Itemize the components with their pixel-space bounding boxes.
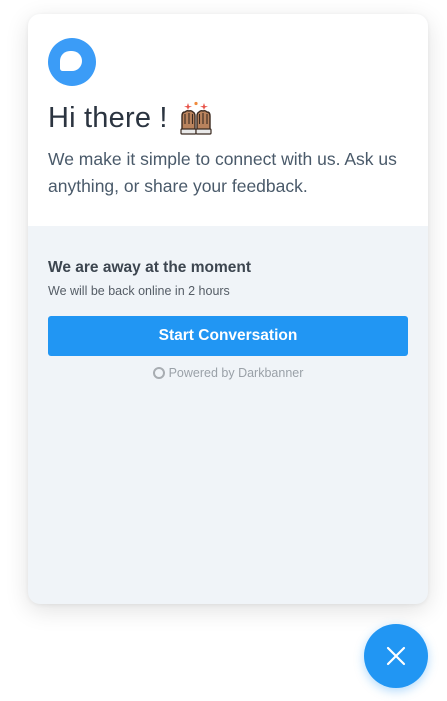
away-status-subtitle: We will be back online in 2 hours	[48, 284, 230, 298]
close-widget-button[interactable]	[364, 624, 428, 688]
away-status-title: We are away at the moment	[48, 259, 252, 276]
start-conversation-button[interactable]: Start Conversation	[48, 316, 408, 356]
raised-hands-emoji	[180, 101, 212, 135]
chat-bubble-icon	[48, 38, 96, 86]
intro-text: We make it simple to connect with us. As…	[48, 149, 397, 196]
close-icon	[386, 646, 406, 666]
chat-widget: Hi there ! We make it simple to connect …	[28, 14, 428, 604]
greeting-heading: Hi there !	[48, 100, 408, 136]
brand-ring-icon	[152, 367, 165, 379]
powered-by[interactable]: Powered by Darkbanner	[28, 366, 428, 380]
powered-by-text: Powered by Darkbanner	[168, 366, 304, 380]
widget-header: Hi there ! We make it simple to connect …	[28, 14, 428, 226]
greeting-text: Hi there !	[48, 101, 168, 134]
